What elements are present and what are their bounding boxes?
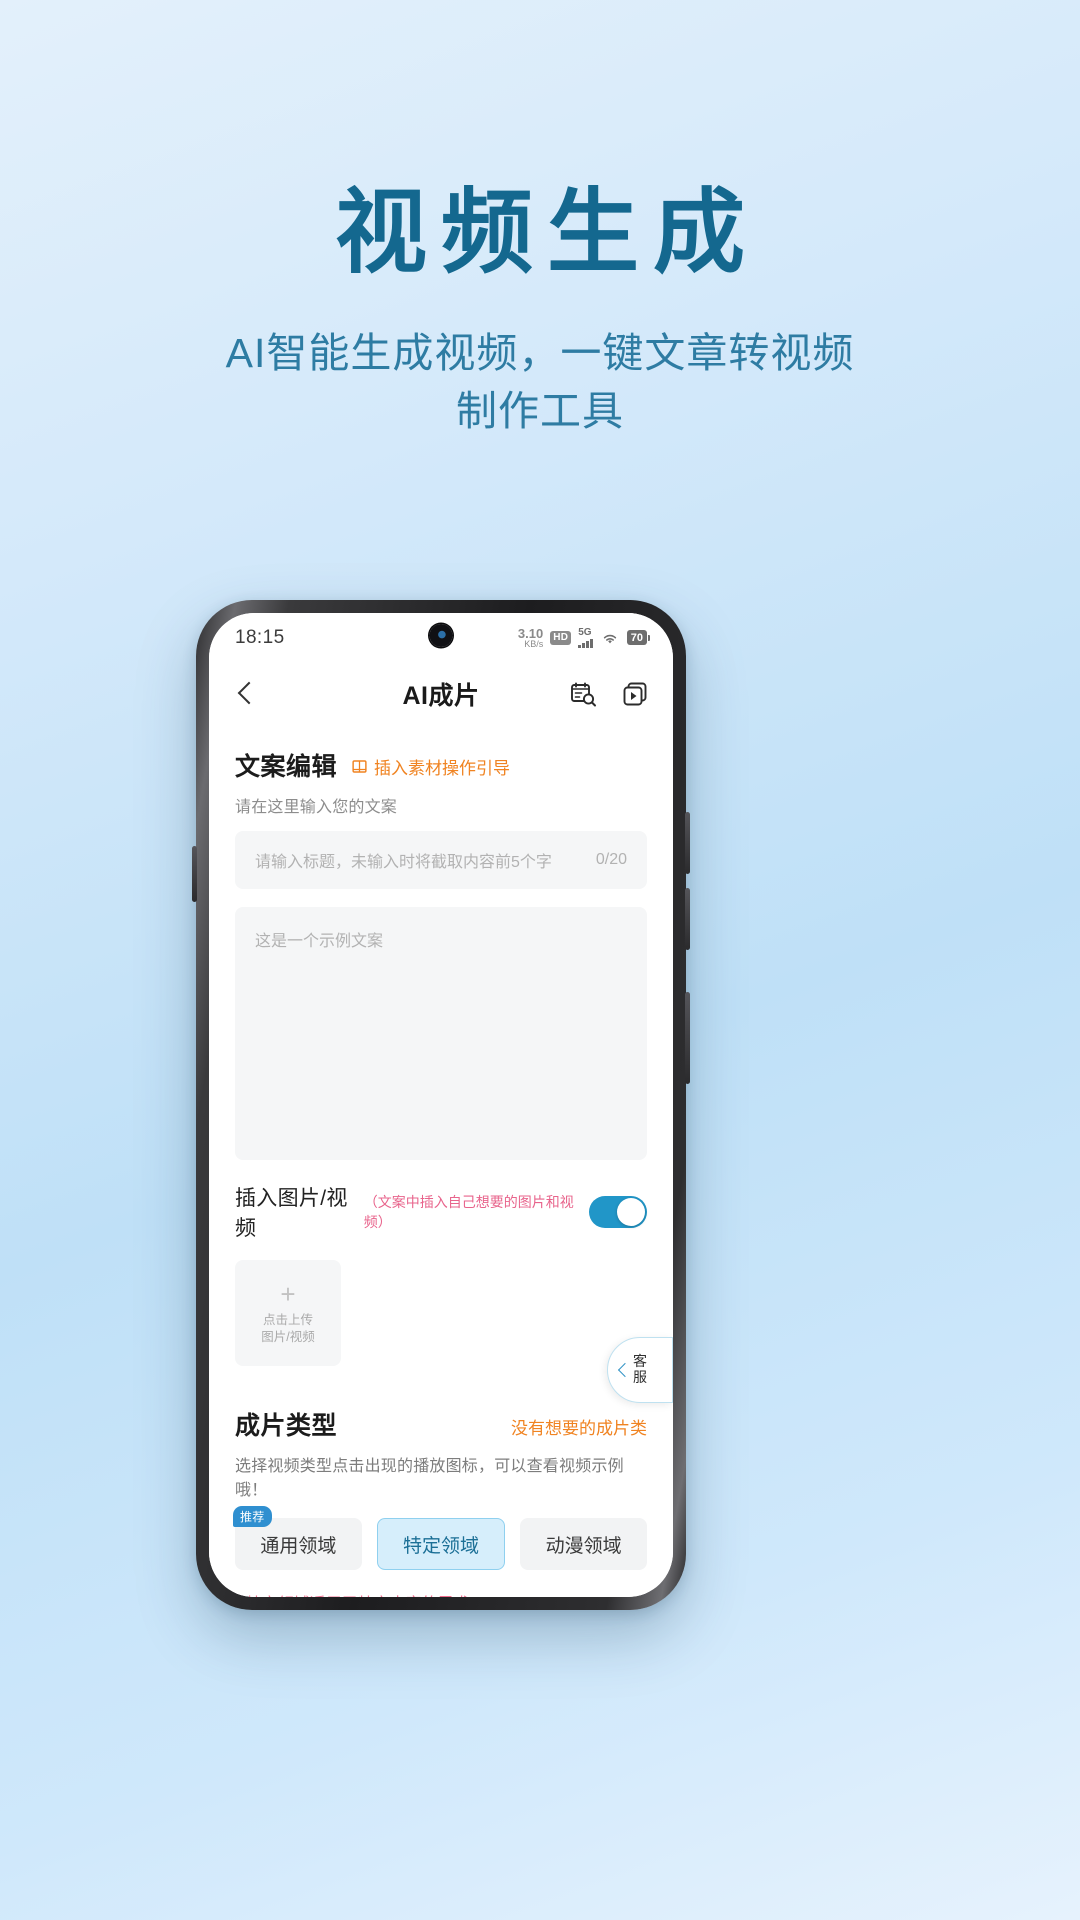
network-speed: 3.10 KB/s bbox=[518, 627, 543, 649]
app-title: AI成片 bbox=[402, 682, 480, 710]
title-input-placeholder: 请输入标题，未输入时将截取内容前5个字 bbox=[255, 854, 552, 871]
upload-media-label: 点击上传 图片/视频 bbox=[261, 1312, 314, 1346]
customer-service-line2: 服 bbox=[633, 1369, 648, 1385]
app-header: AI成片 bbox=[209, 663, 673, 725]
tab-specific-domain[interactable]: 特定领域 bbox=[376, 1518, 506, 1570]
chevron-left-icon bbox=[617, 1364, 629, 1376]
title-input-counter: 0/20 bbox=[595, 851, 627, 868]
signal-bars-icon bbox=[578, 638, 593, 648]
body-textarea[interactable]: 这是一个示例文案 bbox=[235, 907, 647, 1160]
video-type-title: 成片类型 bbox=[235, 1412, 338, 1440]
insert-material-guide-label: 插入素材操作引导 bbox=[374, 759, 511, 778]
video-type-sub: 选择视频类型点击出现的播放图标，可以查看视频示例哦！ bbox=[235, 1458, 624, 1499]
hd-badge-icon: HD bbox=[550, 630, 572, 645]
promo-subtitle: AI智能生成视频，一键文章转视频 制作工具 bbox=[0, 324, 1080, 440]
app-header-actions bbox=[569, 680, 649, 708]
customer-service-button[interactable]: 客 服 bbox=[607, 1337, 673, 1403]
title-input[interactable]: 请输入标题，未输入时将截取内容前5个字 0/20 bbox=[235, 831, 647, 889]
upload-media-line1: 点击上传 bbox=[262, 1312, 313, 1327]
copy-editor-hint: 请在这里输入您的文案 bbox=[235, 799, 398, 816]
upload-media-line2: 图片/视频 bbox=[261, 1329, 315, 1344]
insert-media-row: 插入图片/视频 （文案中插入自己想要的图片和视频） bbox=[235, 1182, 647, 1242]
promo-subtitle-line2: 制作工具 bbox=[456, 387, 624, 434]
tab-specific-domain-label: 特定领域 bbox=[403, 1535, 480, 1557]
tab-anime-domain[interactable]: 动漫领域 bbox=[520, 1518, 648, 1570]
insert-media-toggle[interactable] bbox=[589, 1196, 647, 1228]
insert-media-label: 插入图片/视频 bbox=[235, 1187, 348, 1240]
phone-power-button bbox=[685, 992, 690, 1084]
network-type-label: 5G bbox=[578, 626, 592, 638]
recommended-badge: 推荐 bbox=[233, 1506, 272, 1527]
phone-volume-down-button bbox=[685, 888, 690, 950]
phone-screen: 18:15 3.10 KB/s HD 5G 70 AI成片 文案编辑 插入素材操… bbox=[209, 613, 673, 1597]
book-icon bbox=[352, 760, 367, 773]
copy-editor-title: 文案编辑 bbox=[235, 753, 338, 781]
customer-service-line1: 客 bbox=[633, 1353, 648, 1370]
phone-left-button bbox=[192, 846, 197, 902]
video-type-tabs: 推荐 通用领域 特定领域 动漫领域 bbox=[233, 1506, 648, 1570]
document-search-icon[interactable] bbox=[569, 680, 597, 708]
page-title: 视频生成 bbox=[334, 182, 759, 284]
tab-general-domain[interactable]: 推荐 通用领域 bbox=[233, 1506, 362, 1570]
network-speed-unit: KB/s bbox=[524, 639, 544, 650]
insert-media-note: （文案中插入自己想要的图片和视频） bbox=[363, 1194, 574, 1230]
body-textarea-placeholder: 这是一个示例文案 bbox=[255, 933, 384, 950]
copy-editor-header: 文案编辑 插入素材操作引导 bbox=[235, 725, 647, 783]
status-indicators: 3.10 KB/s HD 5G 70 bbox=[518, 626, 651, 649]
tab-anime-domain-label: 动漫领域 bbox=[545, 1535, 622, 1557]
camera-punchhole-icon bbox=[429, 624, 453, 647]
tab-general-domain-label: 通用领域 bbox=[260, 1535, 337, 1557]
back-button[interactable] bbox=[233, 681, 259, 707]
insert-material-guide-link[interactable]: 插入素材操作引导 bbox=[351, 754, 510, 779]
phone-volume-up-button bbox=[685, 812, 690, 874]
video-stack-icon[interactable] bbox=[621, 680, 649, 708]
cellular-signal-icon: 5G bbox=[578, 626, 593, 648]
no-desired-type-link[interactable]: 没有想要的成片类 bbox=[511, 1414, 647, 1439]
battery-indicator: 70 bbox=[626, 630, 651, 646]
main-content: 文案编辑 插入素材操作引导 请在这里输入您的文案 请输入标题，未输入时将截取内容… bbox=[209, 725, 673, 1597]
phone-mockup: 18:15 3.10 KB/s HD 5G 70 AI成片 文案编辑 插入素材操… bbox=[192, 600, 690, 1610]
promo-block: 视频生成 AI智能生成视频，一键文章转视频 制作工具 bbox=[0, 185, 1080, 440]
status-bar: 18:15 3.10 KB/s HD 5G 70 bbox=[209, 613, 673, 663]
promo-subtitle-line1: AI智能生成视频，一键文章转视频 bbox=[225, 329, 855, 376]
no-desired-type-label: 没有想要的成片类 bbox=[511, 1419, 647, 1438]
status-time: 18:15 bbox=[235, 627, 285, 648]
video-type-header: 成片类型 没有想要的成片类 bbox=[235, 1384, 647, 1442]
specific-domain-tip: * 特定领域适用于特定内容的需求 bbox=[235, 1590, 647, 1597]
network-speed-value: 3.10 bbox=[517, 625, 544, 641]
plus-icon: + bbox=[280, 1278, 296, 1309]
wifi-icon bbox=[603, 634, 616, 644]
upload-media-button[interactable]: + 点击上传 图片/视频 bbox=[235, 1260, 341, 1366]
customer-service-label: 客 服 bbox=[633, 1354, 648, 1385]
